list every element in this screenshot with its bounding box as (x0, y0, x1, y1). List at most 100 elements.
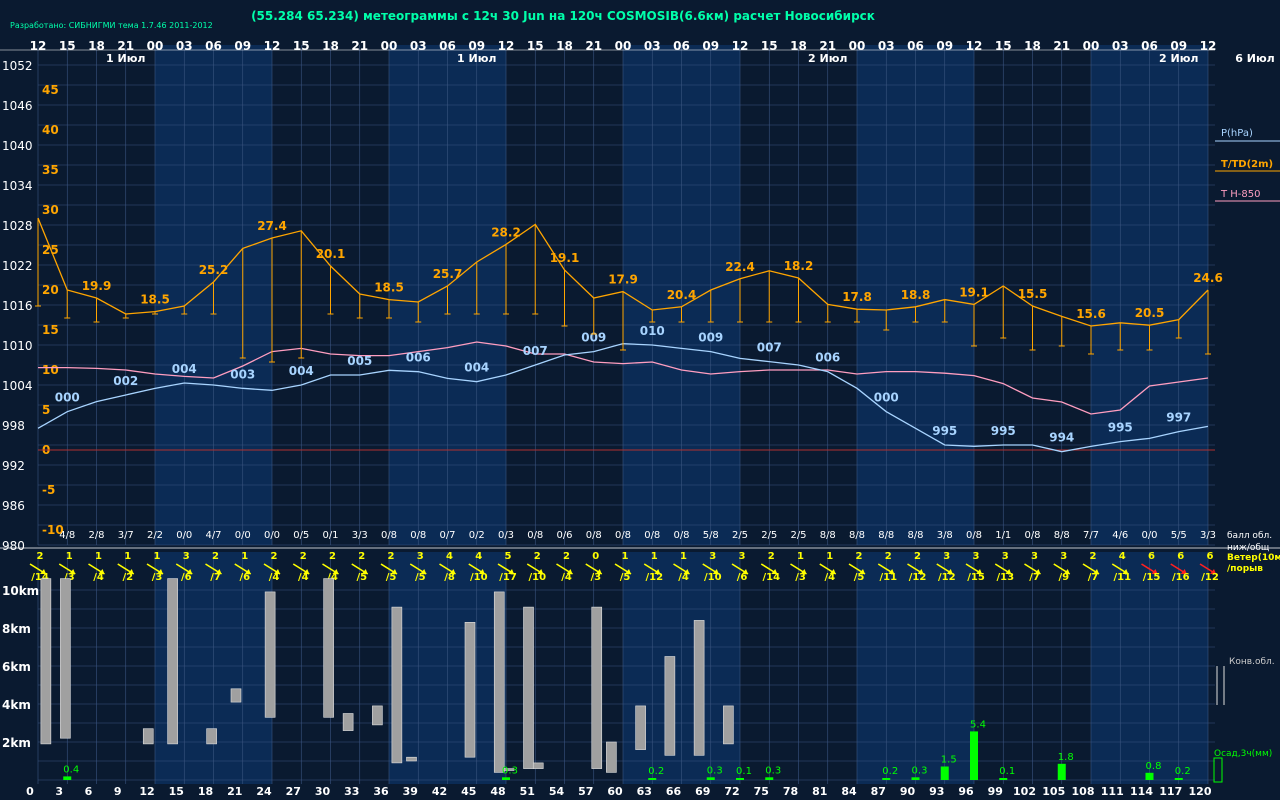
wind-gust-value: /5 (386, 572, 397, 583)
precipitation-value-label: 0.3 (765, 765, 781, 776)
pressure-value-label: 003 (230, 367, 255, 381)
pressure-value-label: 007 (757, 341, 782, 355)
temperature-value-label: 17.8 (842, 290, 872, 304)
cloud-cover-value: 8/8 (878, 530, 894, 541)
hour-tick-label: 21 (1053, 39, 1070, 53)
precipitation-value-label: 0.3 (502, 765, 518, 776)
temperature-value-label: 25.2 (199, 263, 229, 277)
pressure-value-label: 007 (523, 344, 548, 358)
cloud-cover-value: 0/8 (644, 530, 660, 541)
precipitation-bar (765, 777, 774, 780)
convective-cloud-bar (167, 578, 178, 745)
wind-speed-value: 3 (709, 551, 716, 562)
wind-gust-value: /10 (470, 572, 488, 583)
pressure-legend-label: P(hPa) (1221, 128, 1253, 139)
wind-gust-value: /6 (239, 572, 250, 583)
wind-speed-value: 3 (943, 551, 950, 562)
pressure-value-label: 006 (406, 351, 431, 365)
forecast-hour-label: 87 (871, 785, 886, 798)
pressure-tick-label: 1022 (2, 259, 33, 273)
pressure-value-label: 995 (1108, 421, 1133, 435)
temperature-value-label: 18.5 (374, 281, 404, 295)
cloud-cover-value: 2/5 (732, 530, 748, 541)
wind-speed-value: 2 (914, 551, 921, 562)
hour-tick-label: 00 (849, 39, 866, 53)
hour-tick-label: 00 (147, 39, 164, 53)
cloud-cover-value: 8/8 (1054, 530, 1070, 541)
pressure-tick-label: 980 (2, 539, 25, 553)
pressure-value-label: 995 (991, 424, 1016, 438)
temperature-value-label: 19.9 (82, 279, 112, 293)
forecast-hour-label: 72 (724, 785, 739, 798)
temperature-tick-label: 40 (42, 123, 59, 137)
forecast-hour-label: 75 (754, 785, 769, 798)
day-label: 1 Июл (106, 52, 145, 65)
wind-row-legend-2: /порыв (1227, 564, 1263, 574)
pressure-value-label: 004 (172, 362, 197, 376)
wind-gust-value: /7 (1029, 572, 1040, 583)
convective-cloud-bar (664, 656, 676, 756)
forecast-hour-label: 36 (373, 785, 389, 798)
forecast-hour-label: 24 (256, 785, 272, 798)
precipitation-bar (911, 777, 920, 780)
precipitation-value-label: 0.2 (648, 766, 664, 777)
height-tick-label: 6km (2, 660, 31, 674)
wind-speed-value: 2 (856, 551, 863, 562)
pressure-value-label: 005 (347, 354, 372, 368)
temperature-value-label: 24.6 (1193, 271, 1223, 285)
temperature-value-label: 28.2 (491, 225, 521, 239)
cloud-cover-value: 0/8 (615, 530, 631, 541)
temperature-tick-label: 30 (42, 203, 59, 217)
cloud-cover-value: 0/8 (673, 530, 689, 541)
temperature-tick-label: -5 (42, 483, 55, 497)
wind-speed-value: 1 (651, 551, 658, 562)
wind-gust-value: /9 (1058, 572, 1069, 583)
precipitation-bar (999, 778, 1008, 780)
precipitation-value-label: 5.4 (970, 719, 986, 730)
cloud-cover-value: 0/0 (1141, 530, 1157, 541)
hour-tick-label: 15 (293, 39, 310, 53)
hour-tick-label: 09 (468, 39, 485, 53)
forecast-hour-label: 96 (958, 785, 974, 798)
precipitation-value-label: 0.2 (882, 766, 898, 777)
cloud-cover-value: 0/8 (1024, 530, 1040, 541)
cloud-cover-value: 3/3 (1200, 530, 1216, 541)
pressure-tick-label: 1046 (2, 99, 33, 113)
hour-tick-label: 18 (1024, 39, 1041, 53)
hour-tick-label: 18 (790, 39, 807, 53)
cloud-cover-value: 8/8 (849, 530, 865, 541)
convective-cloud-bar (60, 578, 71, 739)
precipitation-value-label: 0.8 (1146, 761, 1162, 772)
hour-tick-label: 03 (1112, 39, 1129, 53)
wind-speed-value: 2 (534, 551, 541, 562)
wind-gust-value: /4 (561, 572, 572, 583)
wind-gust-value: /4 (269, 572, 280, 583)
forecast-hour-label: 117 (1159, 785, 1182, 798)
cloud-cover-value: 0/0 (176, 530, 192, 541)
cloud-cover-value: 8/8 (907, 530, 923, 541)
height-tick-label: 10km (2, 584, 39, 598)
precipitation-value-label: 0.2 (1175, 766, 1191, 777)
wind-speed-value: 2 (300, 551, 307, 562)
forecast-hour-label: 6 (85, 785, 93, 798)
temperature-tick-label: 45 (42, 83, 59, 97)
wind-speed-value: 2 (358, 551, 365, 562)
precipitation-bar (1057, 763, 1066, 780)
cloud-cover-value: 0/8 (966, 530, 982, 541)
wind-speed-value: 2 (885, 551, 892, 562)
height-tick-label: 8km (2, 622, 31, 636)
forecast-hour-label: 105 (1042, 785, 1065, 798)
temperature-tick-label: 35 (42, 163, 59, 177)
hour-tick-label: 21 (585, 39, 602, 53)
precipitation-bar (1174, 778, 1183, 780)
cloud-cover-value: 0/8 (586, 530, 602, 541)
wind-gust-value: /7 (210, 572, 221, 583)
precipitation-bar (63, 776, 72, 780)
convective-cloud-bar (464, 621, 476, 758)
forecast-hour-label: 30 (315, 785, 331, 798)
forecast-hour-label: 51 (520, 785, 535, 798)
wind-speed-value: 1 (95, 551, 102, 562)
precipitation-value-label: 0.3 (707, 765, 723, 776)
hour-tick-labels: 12 15 18 21 00 03 06 09 12 15 18 21 00 03 06 09 12 15 18 21… (30, 39, 1217, 53)
hour-tick-label: 18 (88, 39, 105, 53)
